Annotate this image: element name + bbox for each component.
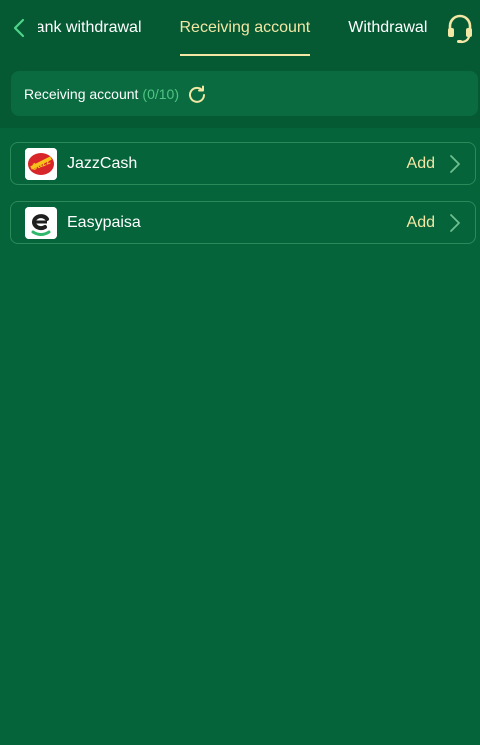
account-title: Receiving account bbox=[24, 85, 139, 102]
chevron-left-icon bbox=[13, 18, 25, 38]
jazzcash-icon: Jazz bbox=[25, 147, 57, 180]
receiving-account-panel: Receiving account (0/10) bbox=[11, 71, 478, 116]
chevron-right-icon bbox=[450, 154, 460, 173]
refresh-icon[interactable] bbox=[187, 84, 207, 104]
tab-withdrawal-history[interactable]: Withdrawal history bbox=[329, 0, 432, 58]
easypaisa-icon bbox=[25, 206, 57, 239]
back-button[interactable] bbox=[8, 14, 30, 42]
headset-icon bbox=[448, 14, 472, 44]
tab-bank-withdrawal[interactable]: Bank withdrawal bbox=[38, 0, 161, 58]
chevron-right-icon bbox=[450, 213, 460, 232]
account-count: (0/10) bbox=[142, 85, 179, 102]
method-row-easypaisa[interactable]: Easypaisa Add bbox=[10, 201, 476, 244]
method-row-jazzcash[interactable]: Jazz JazzCash Add bbox=[10, 142, 476, 185]
method-name: Easypaisa bbox=[67, 213, 141, 231]
top-nav-bar: Bank withdrawal Receiving account Withdr… bbox=[0, 0, 480, 59]
method-name: JazzCash bbox=[67, 154, 138, 172]
easypaisa-logo bbox=[25, 206, 57, 239]
tab-strip: Bank withdrawal Receiving account Withdr… bbox=[38, 0, 432, 58]
tab-receiving-account[interactable]: Receiving account bbox=[161, 0, 330, 58]
jazzcash-logo: Jazz bbox=[25, 147, 57, 180]
customer-support-button[interactable] bbox=[444, 12, 476, 44]
add-button[interactable]: Add bbox=[407, 214, 435, 232]
add-button[interactable]: Add bbox=[407, 155, 435, 173]
